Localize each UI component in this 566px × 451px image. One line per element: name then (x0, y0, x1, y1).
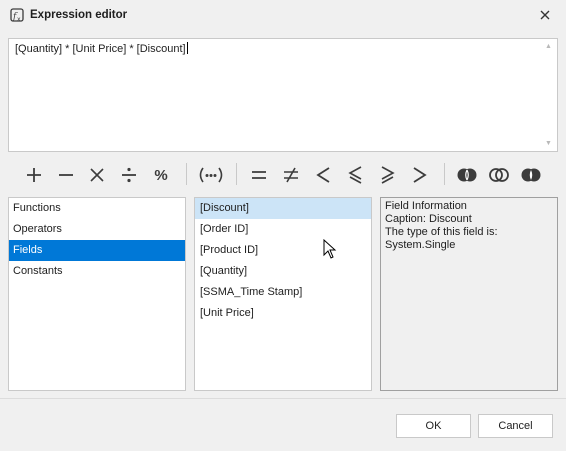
not-equal-button[interactable] (277, 159, 305, 191)
divide-button[interactable] (115, 159, 143, 191)
list-item[interactable]: [Order ID] (195, 219, 371, 240)
plus-icon (27, 168, 41, 182)
toolbar-separator (186, 163, 187, 185)
list-item[interactable]: [Discount] (195, 198, 371, 219)
and-icon (457, 168, 477, 182)
dialog-content: [Quantity] * [Unit Price] * [Discount] ▲… (0, 31, 566, 451)
plus-button[interactable] (20, 159, 48, 191)
info-type-label: The type of this field is: (385, 226, 498, 238)
divide-icon (122, 167, 136, 183)
info-type-value: System.Single (385, 239, 456, 251)
greater-than-icon (413, 167, 427, 183)
category-operators[interactable]: Operators (9, 219, 185, 240)
expression-text: [Quantity] * [Unit Price] * [Discount] (15, 43, 186, 55)
percent-icon: % (154, 167, 167, 184)
brackets-icon (199, 167, 223, 183)
category-fields[interactable]: Fields (9, 240, 185, 261)
window-title: Expression editor (30, 9, 128, 21)
greater-button[interactable] (405, 159, 433, 191)
toolbar-separator (236, 163, 237, 185)
equal-icon (252, 171, 266, 179)
title-bar: f x Expression editor (0, 0, 566, 31)
operator-toolbar: % (8, 159, 558, 191)
info-heading: Field Information (385, 200, 467, 212)
scroll-down-icon[interactable]: ▼ (541, 137, 556, 150)
less-than-icon (316, 167, 330, 183)
equal-button[interactable] (245, 159, 273, 191)
ok-button[interactable]: OK (396, 414, 471, 438)
scroll-up-icon[interactable]: ▲ (541, 40, 556, 53)
not-icon (521, 168, 541, 182)
footer-divider (0, 398, 566, 399)
info-caption: Caption: Discount (385, 213, 472, 225)
category-list[interactable]: Functions Operators Fields Constants (8, 197, 186, 391)
field-list[interactable]: [Discount] [Order ID] [Product ID] [Quan… (194, 197, 372, 391)
close-button[interactable] (532, 4, 558, 26)
not-button[interactable] (517, 159, 545, 191)
greater-or-equal-icon (381, 166, 395, 184)
category-constants[interactable]: Constants (9, 261, 185, 282)
or-icon (489, 168, 509, 182)
text-caret (186, 42, 188, 54)
svg-text:x: x (17, 16, 21, 23)
list-item[interactable]: [Quantity] (195, 261, 371, 282)
list-item[interactable]: [SSMA_Time Stamp] (195, 282, 371, 303)
or-button[interactable] (485, 159, 513, 191)
expression-editor[interactable]: [Quantity] * [Unit Price] * [Discount] ▲… (8, 38, 558, 152)
less-button[interactable] (309, 159, 337, 191)
vertical-scrollbar[interactable]: ▲ ▼ (541, 40, 556, 150)
less-or-equal-icon (348, 166, 362, 184)
minus-icon (59, 174, 73, 176)
multiply-icon (90, 168, 104, 182)
svg-text:%: % (154, 167, 167, 184)
function-icon: f x (10, 8, 26, 24)
category-functions[interactable]: Functions (9, 198, 185, 219)
not-equal-icon (284, 167, 298, 183)
and-button[interactable] (453, 159, 481, 191)
multiply-button[interactable] (83, 159, 111, 191)
close-icon (540, 10, 550, 20)
greater-or-equal-button[interactable] (373, 159, 401, 191)
list-item[interactable]: [Product ID] (195, 240, 371, 261)
list-item[interactable]: [Unit Price] (195, 303, 371, 324)
cancel-button[interactable]: Cancel (478, 414, 553, 438)
less-or-equal-button[interactable] (341, 159, 369, 191)
field-info-panel: Field Information Caption: Discount The … (380, 197, 558, 391)
minus-button[interactable] (52, 159, 80, 191)
brackets-button[interactable] (195, 159, 227, 191)
modulo-button[interactable]: % (147, 159, 175, 191)
toolbar-separator (444, 163, 445, 185)
